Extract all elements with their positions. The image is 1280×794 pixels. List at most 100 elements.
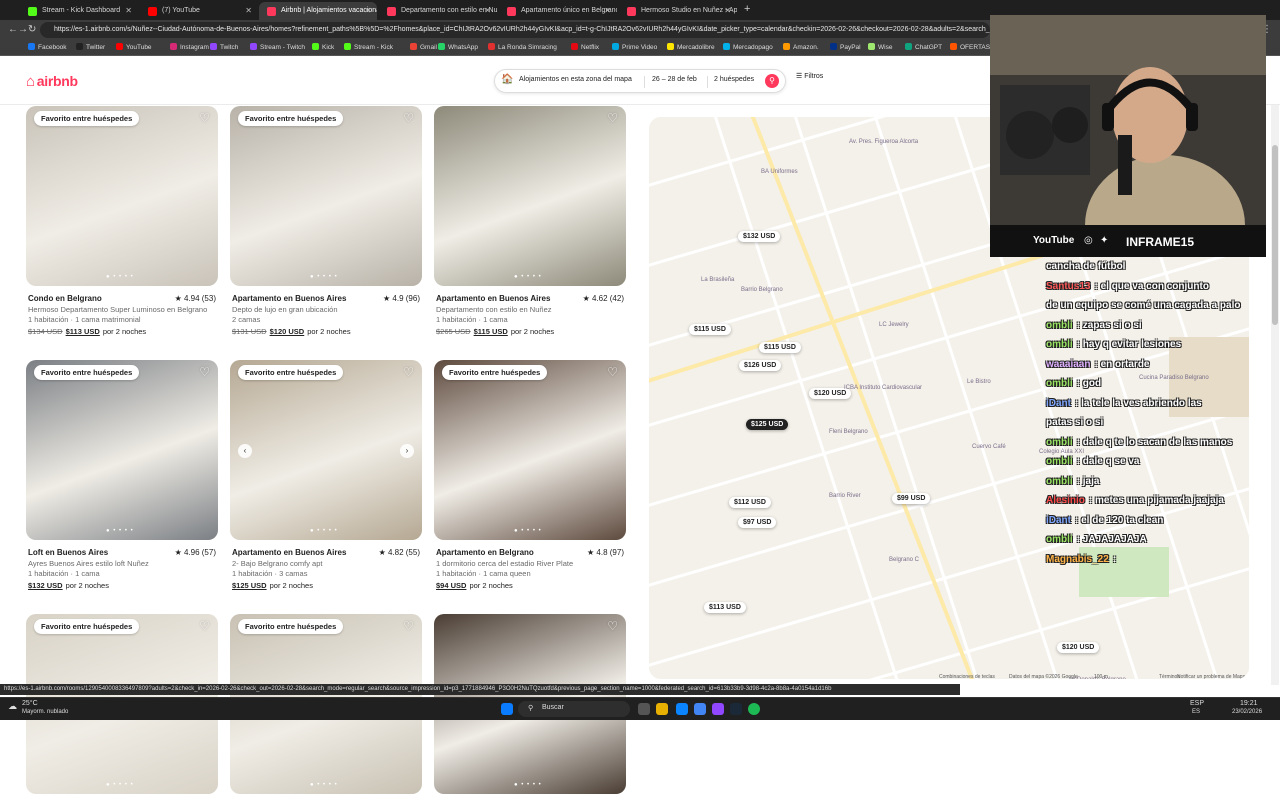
bookmark-item[interactable]: La Ronda Simracing — [488, 43, 557, 51]
file-explorer-icon[interactable] — [656, 703, 668, 715]
bookmark-item[interactable]: Amazon. — [783, 43, 819, 51]
bookmark-item[interactable]: Gmail — [410, 43, 437, 51]
listing-photo[interactable]: Favorito entre huéspedes ♡ ● • • • • — [434, 360, 626, 540]
bookmark-item[interactable]: Wise — [868, 43, 892, 51]
bookmark-item[interactable]: Instagram — [170, 43, 209, 51]
obs-icon[interactable] — [712, 703, 724, 715]
listing-photo[interactable]: Favorito entre huéspedes ♡ ● • • • • — [26, 360, 218, 540]
heart-icon[interactable]: ♡ — [199, 365, 210, 379]
close-icon[interactable]: ✕ — [724, 6, 731, 15]
bookmark-favicon-icon — [116, 43, 123, 50]
browser-tab[interactable]: Apartamento único en Belgrano ✕ — [499, 2, 617, 20]
map-price-pin[interactable]: $120 USD — [1057, 642, 1100, 653]
listing-photo[interactable]: Favorito entre huéspedes ♡ ● • • • • — [26, 106, 218, 286]
browser-tab[interactable]: Stream - Kick Dashboard ✕ — [20, 2, 138, 20]
heart-icon[interactable]: ♡ — [199, 111, 210, 125]
close-icon[interactable]: ✕ — [484, 6, 491, 15]
bookmark-item[interactable]: Stream - Twitch — [250, 43, 305, 51]
listing-title: Apartamento en Buenos Aires — [232, 548, 347, 557]
search-where[interactable]: Alojamientos en esta zona del mapa — [519, 76, 632, 83]
browser-tab[interactable]: Airbnb | Alojamientos vacacionales✕ — [259, 2, 377, 20]
search-dates[interactable]: 26 – 28 de feb — [652, 76, 697, 83]
bookmark-favicon-icon — [667, 43, 674, 50]
bookmark-item[interactable]: Kick — [312, 43, 334, 51]
home-icon: 🏠 — [501, 74, 514, 85]
bookmark-item[interactable]: Stream - Kick — [344, 43, 393, 51]
keyboard-region[interactable]: ES — [1192, 709, 1200, 715]
heart-icon[interactable]: ♡ — [199, 619, 210, 633]
bookmark-item[interactable]: ChatGPT — [905, 43, 942, 51]
heart-icon[interactable]: ♡ — [607, 365, 618, 379]
bookmark-label: Prime Video — [622, 44, 658, 51]
status-url: https://es-1.airbnb.com/rooms/1290540008… — [0, 684, 960, 695]
listing-photo[interactable]: Favorito entre huéspedes ♡ ● • • • • ‹ › — [230, 360, 422, 540]
browser-tab[interactable]: Hermoso Studio en Nuñez - Apart...✕ — [619, 2, 737, 20]
listing-price: $131 USD $120 USD por 2 noches — [232, 327, 351, 336]
bookmark-item[interactable]: PayPal — [830, 43, 861, 51]
map-price-pin[interactable]: $99 USD — [892, 493, 931, 504]
spotify-icon[interactable] — [748, 703, 760, 715]
search-pill[interactable]: 🏠 Alojamientos en esta zona del mapa 26 … — [494, 69, 786, 93]
taskbar-search[interactable]: ⚲ Buscar — [518, 701, 630, 717]
chevron-right-icon[interactable]: › — [400, 444, 414, 458]
close-icon[interactable]: ✕ — [245, 6, 252, 15]
map-price-pin[interactable]: $97 USD — [738, 517, 777, 528]
bookmark-item[interactable]: YouTube — [116, 43, 152, 51]
bookmark-item[interactable]: Twitter — [76, 43, 105, 51]
filters-button[interactable]: ☰ Filtros — [796, 72, 836, 90]
browser-tab[interactable]: (7) YouTube ✕ — [140, 2, 258, 20]
keyboard-lang[interactable]: ESP — [1190, 700, 1204, 707]
map-price-pin[interactable]: $112 USD — [729, 497, 771, 508]
chrome-icon[interactable] — [694, 703, 706, 715]
listing-price-period: por 2 noches — [469, 581, 513, 590]
clock-date[interactable]: 23/02/2026 — [1232, 709, 1262, 715]
bookmark-item[interactable]: Prime Video — [612, 43, 657, 51]
page-scrollbar[interactable] — [1271, 105, 1279, 685]
chat-username: ombli — [1046, 534, 1073, 545]
map-price-pin[interactable]: $125 USD — [746, 419, 789, 430]
heart-icon[interactable]: ♡ — [607, 619, 618, 633]
bookmark-item[interactable]: Netflix — [571, 43, 599, 51]
edge-icon[interactable] — [676, 703, 688, 715]
map-price-pin[interactable]: $115 USD — [689, 324, 731, 335]
heart-icon[interactable]: ♡ — [403, 111, 414, 125]
airbnb-logo[interactable]: ⌂ airbnb — [26, 73, 78, 90]
listing-price: $265 USD $115 USD por 2 noches — [436, 327, 554, 336]
browser-tab[interactable]: Departamento con estilo en Nuñez✕ — [379, 2, 497, 20]
listing-photo[interactable]: ♡ ● • • • • — [434, 106, 626, 286]
close-icon[interactable]: ✕ — [364, 6, 371, 15]
listing-photo[interactable]: Favorito entre huéspedes ♡ ● • • • • — [230, 106, 422, 286]
heart-icon[interactable]: ♡ — [607, 111, 618, 125]
youtube-label: YouTube — [1033, 235, 1075, 246]
map-price-pin[interactable]: $132 USD — [738, 231, 781, 242]
map-price-pin[interactable]: $126 USD — [739, 360, 782, 371]
reload-icon[interactable]: ↻ — [28, 24, 36, 35]
new-tab-button[interactable]: + — [744, 3, 750, 15]
map-price-pin[interactable]: $115 USD — [759, 342, 801, 353]
url-input[interactable]: https://es-1.airbnb.com/s/Nuñez--Ciudad-… — [40, 22, 990, 38]
listing-description: 2- Bajo Belgrano comfy apt — [232, 559, 323, 568]
map-price-pin[interactable]: $113 USD — [704, 602, 746, 613]
heart-icon[interactable]: ♡ — [403, 619, 414, 633]
clock-time[interactable]: 19:21 — [1240, 700, 1258, 707]
search-button[interactable]: ⚲ — [765, 74, 779, 88]
bookmark-item[interactable]: WhatsApp — [438, 43, 478, 51]
back-icon[interactable]: ← — [8, 24, 18, 35]
search-guests[interactable]: 2 huéspedes — [714, 76, 754, 83]
close-icon[interactable]: ✕ — [604, 6, 611, 15]
carousel-dots: ● • • • • — [310, 274, 338, 280]
task-view-icon[interactable] — [638, 703, 650, 715]
close-icon[interactable]: ✕ — [125, 6, 132, 15]
windows-start-icon[interactable] — [501, 703, 513, 715]
steam-icon[interactable] — [730, 703, 742, 715]
bookmark-item[interactable]: Twitch — [210, 43, 238, 51]
bookmark-item[interactable]: Facebook — [28, 43, 67, 51]
chat-username: waaaiaan — [1046, 358, 1091, 370]
chat-username: iDant — [1046, 514, 1071, 526]
heart-icon[interactable]: ♡ — [403, 365, 414, 379]
scrollbar-thumb[interactable] — [1272, 145, 1278, 325]
chevron-left-icon[interactable]: ‹ — [238, 444, 252, 458]
bookmark-item[interactable]: Mercadopago — [723, 43, 773, 51]
bookmark-item[interactable]: Mercadolibre — [667, 43, 715, 51]
forward-icon[interactable]: → — [18, 24, 28, 35]
